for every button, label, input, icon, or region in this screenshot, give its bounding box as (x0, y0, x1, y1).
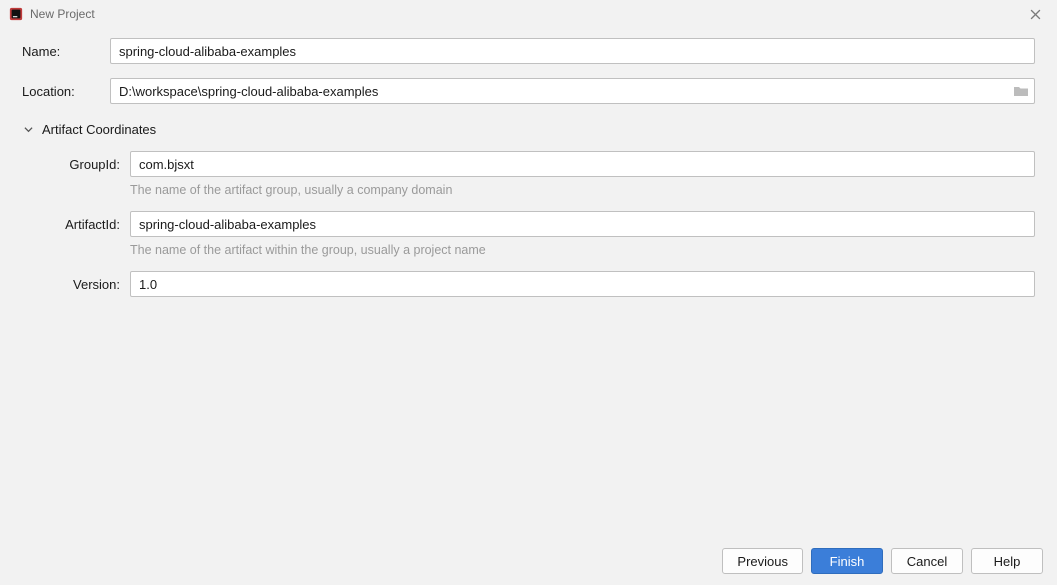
groupid-row: GroupId: (52, 151, 1035, 177)
chevron-down-icon (24, 124, 36, 136)
version-label: Version: (52, 277, 130, 292)
artifact-coordinates-section: GroupId: The name of the artifact group,… (22, 151, 1035, 303)
location-label: Location: (22, 84, 110, 99)
app-icon (8, 6, 24, 22)
artifactid-hint-row: The name of the artifact within the grou… (52, 243, 1035, 257)
window-title: New Project (30, 7, 95, 21)
artifactid-input[interactable] (130, 211, 1035, 237)
previous-button[interactable]: Previous (722, 548, 803, 574)
groupid-label: GroupId: (52, 157, 130, 172)
groupid-hint: The name of the artifact group, usually … (130, 183, 452, 197)
artifact-coordinates-toggle[interactable]: Artifact Coordinates (24, 122, 1035, 137)
groupid-hint-row: The name of the artifact group, usually … (52, 183, 1035, 197)
name-label: Name: (22, 44, 110, 59)
dialog-content: Name: Location: Artifact Coordinates Gro… (0, 28, 1057, 537)
artifactid-hint: The name of the artifact within the grou… (130, 243, 486, 257)
artifactid-label: ArtifactId: (52, 217, 130, 232)
version-row: Version: (52, 271, 1035, 297)
name-input[interactable] (110, 38, 1035, 64)
dialog-footer: Previous Finish Cancel Help (0, 537, 1057, 585)
titlebar: New Project (0, 0, 1057, 28)
browse-folder-icon[interactable] (1013, 85, 1029, 97)
location-input[interactable] (110, 78, 1035, 104)
artifact-coordinates-title: Artifact Coordinates (42, 122, 156, 137)
location-row: Location: (22, 78, 1035, 104)
finish-button[interactable]: Finish (811, 548, 883, 574)
name-row: Name: (22, 38, 1035, 64)
version-input[interactable] (130, 271, 1035, 297)
help-button[interactable]: Help (971, 548, 1043, 574)
groupid-input[interactable] (130, 151, 1035, 177)
artifactid-row: ArtifactId: (52, 211, 1035, 237)
close-button[interactable] (1021, 4, 1049, 24)
cancel-button[interactable]: Cancel (891, 548, 963, 574)
